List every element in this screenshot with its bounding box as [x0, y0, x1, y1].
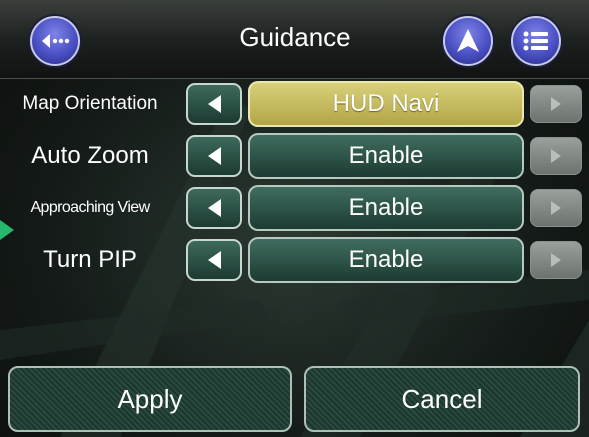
guidance-screen: Guidance Map Orientation HUD Navi Auto Z…: [0, 0, 589, 437]
back-button[interactable]: [30, 16, 80, 66]
next-option-button[interactable]: [530, 189, 582, 227]
setting-value[interactable]: Enable: [248, 185, 524, 231]
menu-list-icon: [523, 31, 548, 51]
setting-row-turn-pip: Turn PIP Enable: [0, 237, 589, 283]
setting-label: Approaching View: [30, 199, 150, 216]
setting-value[interactable]: Enable: [248, 133, 524, 179]
next-option-button[interactable]: [530, 137, 582, 175]
previous-option-button[interactable]: [186, 135, 242, 177]
setting-label: Map Orientation: [22, 93, 158, 114]
right-arrow-icon: [551, 149, 561, 163]
navigation-arrow-icon: [457, 29, 479, 52]
setting-row-approaching-view: Approaching View Enable: [0, 185, 589, 231]
right-arrow-icon: [551, 97, 561, 111]
left-arrow-icon: [207, 251, 221, 269]
setting-value[interactable]: HUD Navi: [248, 81, 524, 127]
right-arrow-icon: [551, 201, 561, 215]
navigation-button[interactable]: [443, 16, 493, 66]
setting-label: Auto Zoom: [31, 142, 149, 169]
title-bar: Guidance: [0, 0, 589, 79]
page-title: Guidance: [239, 22, 351, 52]
back-ellipsis-icon: [42, 34, 70, 48]
left-arrow-icon: [207, 199, 221, 217]
setting-row-map-orientation: Map Orientation HUD Navi: [0, 81, 589, 127]
right-arrow-icon: [551, 253, 561, 267]
left-arrow-icon: [207, 147, 221, 165]
left-arrow-icon: [207, 95, 221, 113]
setting-row-auto-zoom: Auto Zoom Enable: [0, 133, 589, 179]
setting-label: Turn PIP: [43, 246, 137, 273]
previous-option-button[interactable]: [186, 187, 242, 229]
previous-option-button[interactable]: [186, 239, 242, 281]
next-option-button[interactable]: [530, 241, 582, 279]
apply-button[interactable]: Apply: [8, 366, 292, 432]
previous-option-button[interactable]: [186, 83, 242, 125]
setting-value[interactable]: Enable: [248, 237, 524, 283]
menu-button[interactable]: [511, 16, 561, 66]
cancel-button[interactable]: Cancel: [304, 366, 580, 432]
next-option-button[interactable]: [530, 85, 582, 123]
